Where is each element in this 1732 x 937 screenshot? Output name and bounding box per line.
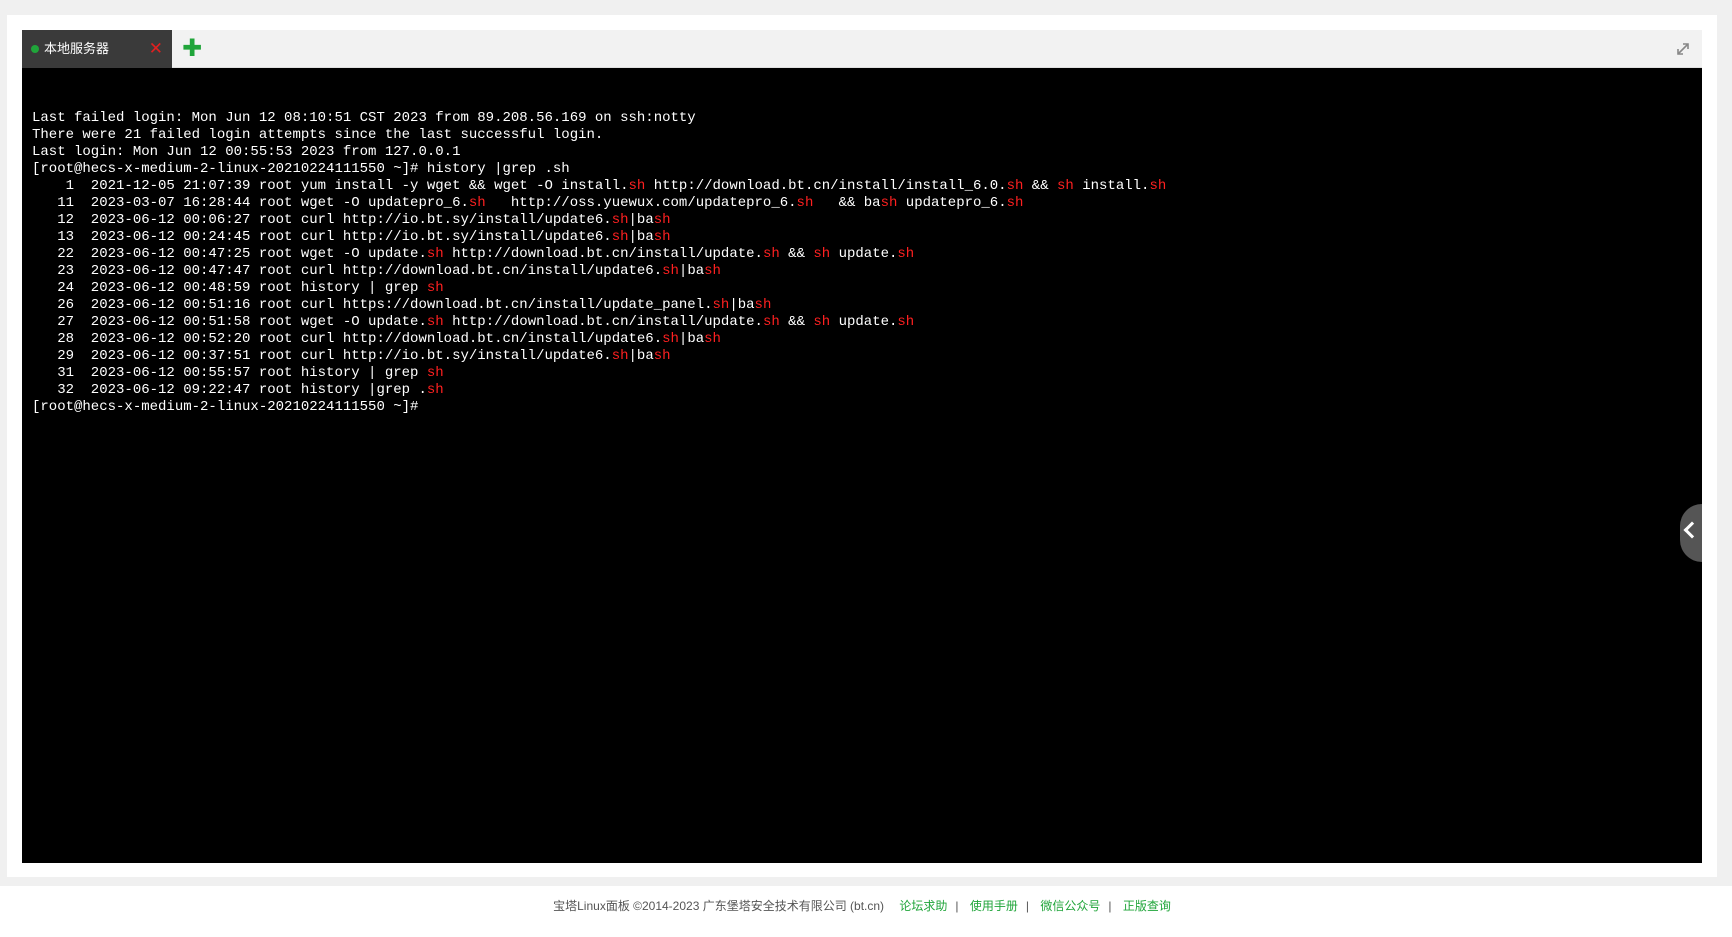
status-dot-icon [31,45,39,53]
terminal-output: Last failed login: Mon Jun 12 08:10:51 C… [32,110,1166,416]
footer-separator: | [1025,899,1030,913]
footer-copyright: 宝塔Linux面板 ©2014-2023 广东堡塔安全技术有限公司 (bt.cn… [553,899,885,913]
terminal-line: 11 2023-03-07 16:28:44 root wget -O upda… [32,195,1024,211]
terminal-line: 13 2023-06-12 00:24:45 root curl http://… [32,229,671,245]
terminal-line: 32 2023-06-12 09:22:47 root history |gre… [32,382,444,398]
terminal-line: 23 2023-06-12 00:47:47 root curl http://… [32,263,721,279]
terminal-line: There were 21 failed login attempts sinc… [32,127,604,143]
terminal-line: [root@hecs-x-medium-2-linux-202102241115… [32,399,427,415]
tab-local-server[interactable]: 本地服务器 ✕ [22,30,172,68]
tab-label: 本地服务器 [44,41,110,56]
terminal-screen[interactable]: Last failed login: Mon Jun 12 08:10:51 C… [22,68,1702,863]
terminal-line: 26 2023-06-12 00:51:16 root curl https:/… [32,297,772,313]
footer: 宝塔Linux面板 ©2014-2023 广东堡塔安全技术有限公司 (bt.cn… [0,886,1732,937]
footer-link-manual[interactable]: 使用手册 [970,899,1018,913]
footer-link-genuine-check[interactable]: 正版查询 [1123,899,1171,913]
terminal-line: [root@hecs-x-medium-2-linux-202102241115… [32,161,570,177]
footer-separator: | [1108,899,1112,913]
terminal-line: 22 2023-06-12 00:47:25 root wget -O upda… [32,246,915,262]
footer-separator: | [955,899,959,913]
footer-link-forum[interactable]: 论坛求助 [899,899,947,913]
side-panel-toggle[interactable] [1680,504,1702,562]
terminal-line: 1 2021-12-05 21:07:39 root yum install -… [32,178,1167,194]
terminal-line: 29 2023-06-12 00:37:51 root curl http://… [32,348,671,364]
terminal-line: Last failed login: Mon Jun 12 08:10:51 C… [32,110,696,126]
terminal-line: 12 2023-06-12 00:06:27 root curl http://… [32,212,671,228]
terminal-line: Last login: Mon Jun 12 00:55:53 2023 fro… [32,144,461,160]
terminal-line: 31 2023-06-12 00:55:57 root history | gr… [32,365,444,381]
page-container: 本地服务器 ✕ ✚ Last failed login: Mon Jun 12 … [7,15,1717,877]
terminal-tab-bar: 本地服务器 ✕ ✚ [22,30,1702,68]
terminal-line: 24 2023-06-12 00:48:59 root history | gr… [32,280,444,296]
close-tab-icon[interactable]: ✕ [149,30,163,68]
chevron-left-icon [1683,521,1701,539]
terminal-line: 27 2023-06-12 00:51:58 root wget -O upda… [32,314,915,330]
footer-link-wechat[interactable]: 微信公众号 [1040,899,1100,913]
add-tab-icon[interactable]: ✚ [182,30,202,68]
fullscreen-icon[interactable] [1674,40,1692,58]
terminal-line: 28 2023-06-12 00:52:20 root curl http://… [32,331,721,347]
